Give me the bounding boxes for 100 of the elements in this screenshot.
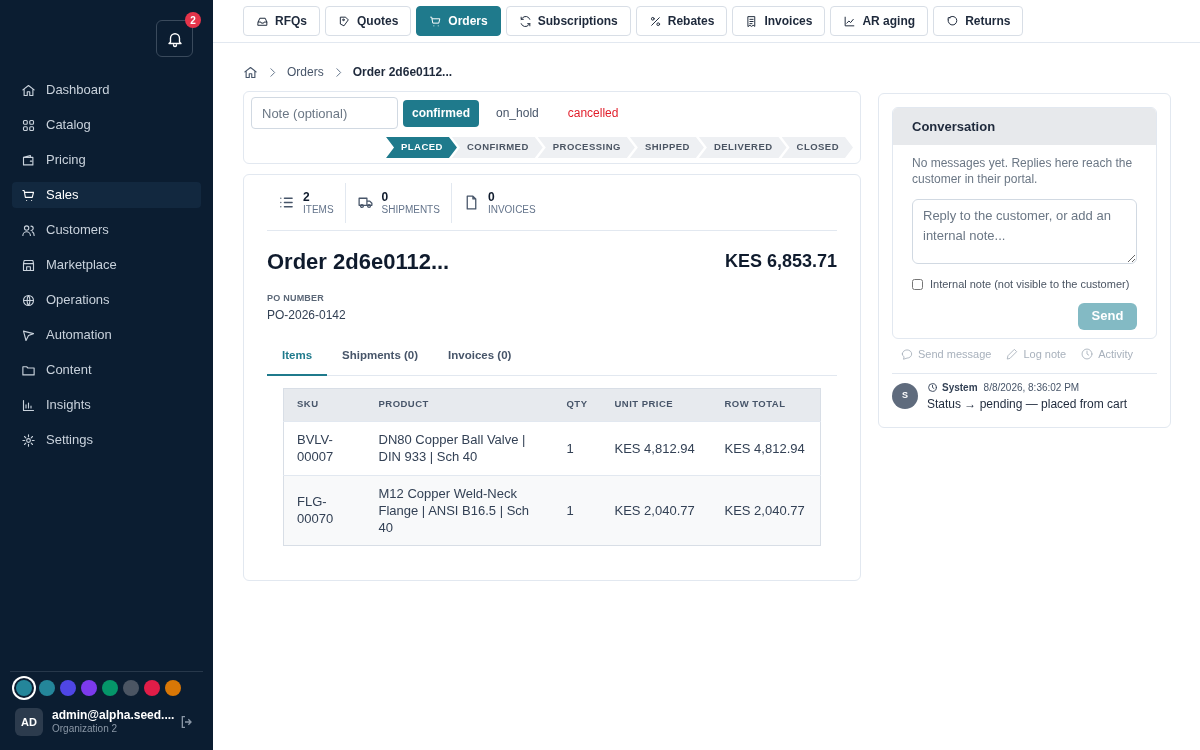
nav-tab[interactable]: Returns [933,6,1024,36]
activity-text: Status → pending — placed from cart [927,396,1128,413]
color-swatch[interactable] [123,680,139,696]
table-cell: KES 4,812.94 [614,440,695,456]
column-header: QTY [553,388,602,421]
pencil-icon [1005,346,1020,361]
status-step: CONFIRMED [451,137,543,158]
store-icon [21,257,36,273]
content-tab[interactable]: Items [267,337,328,376]
checkbox-label: Internal note (not visible to the customer) [930,277,1130,292]
status-button[interactable]: confirmed [403,99,479,127]
nav-tab[interactable]: AR aging [830,6,929,36]
nav-tab[interactable]: Subscriptions [505,6,631,36]
home-icon[interactable] [243,64,258,80]
cart-icon [429,14,443,28]
empty-message: No messages yet. Replies here reach the customer in their portal. [912,155,1134,187]
sidebar-item[interactable]: Sales [12,182,201,208]
stat-label: SHIPMENTS [381,204,440,215]
home-icon [21,82,36,98]
stat-value: 0 [487,190,496,203]
wallet-icon [21,152,36,168]
column-header: SKU [283,388,366,421]
table-cell: DN80 Copper Ball Valve | DIN 933 | Sch 40 [378,432,526,464]
nav-tab[interactable]: Quotes [325,6,412,36]
po-number: PO-2026-0142 [267,306,347,324]
user-email: admin@alpha.seed.... [52,708,175,724]
content-tab[interactable]: Invoices (0) [433,337,527,376]
user-avatar: AD [15,708,43,736]
stat-value: 2 [303,190,311,203]
clock-icon [1080,346,1095,361]
panel-title: Conversation [893,108,1156,145]
user-avatar: S [892,383,918,409]
table-cell-text: BVLV-00007 [297,431,335,465]
cart-icon [21,187,36,203]
content-tab[interactable]: Shipments (0) [327,337,434,376]
line-chart-icon [843,14,857,28]
table-cell: M12 Copper Weld-Neck Flange | ANSI B16.5 | Sch 40 [378,485,530,535]
nav-tab[interactable]: Invoices [732,6,826,36]
breadcrumb-link[interactable]: Orders [287,63,324,81]
color-swatch[interactable] [165,680,181,696]
nav-tab[interactable]: Orders [416,6,501,36]
status-button[interactable]: on_hold [484,99,551,127]
sidebar-item[interactable]: Insights [12,392,201,418]
sidebar-item[interactable]: Marketplace [12,252,201,278]
percent-icon [648,14,662,28]
activity-author: System [942,381,978,395]
status-button[interactable]: cancelled [555,99,631,127]
po-label: PO NUMBER [267,292,326,305]
sidebar-item[interactable]: Settings [12,427,201,453]
color-swatch[interactable] [39,680,55,696]
chat-bubble-icon [900,346,914,361]
status-step: CLOSED [781,137,853,158]
table-cell: KES 2,040.77 [614,502,695,518]
status-step: PLACED [386,137,457,158]
order-total: KES 6,853.71 [724,250,837,273]
activity-time: 8/8/2026, 8:36:02 PM [983,381,1080,395]
stat-value: 0 [381,190,390,203]
color-swatch[interactable] [102,680,118,696]
sidebar-item[interactable]: Pricing [12,147,201,173]
stat-label: ITEMS [303,204,334,215]
column-header: ROW TOTAL [711,388,821,421]
bar-chart-icon [21,397,36,413]
column-header: PRODUCT [365,388,554,421]
refresh-icon [518,14,532,28]
settings-icon [21,432,36,448]
nav-tab[interactable]: RFQs [243,6,320,36]
status-step: DELIVERED [698,137,787,158]
table-cell: 1 [566,502,574,518]
table-cell: 1 [566,440,574,456]
internal-note-checkbox[interactable] [912,278,923,290]
status-step: SHIPPED [629,137,704,158]
table-cell: KES 2,040.77 [724,502,805,518]
column-header: UNIT PRICE [601,388,712,421]
sidebar-item[interactable]: Automation [12,322,201,348]
grid-icon [21,117,36,133]
table-cell-text: FLG-00070 [297,493,335,527]
send-icon [21,327,36,343]
stat-label: INVOICES [487,204,536,215]
clock-icon [927,382,938,393]
color-swatch[interactable] [81,680,97,696]
nav-tab[interactable]: Rebates [635,6,728,36]
sidebar-item[interactable]: Operations [12,287,201,313]
table-cell: KES 4,812.94 [724,440,805,456]
reply-field[interactable]: Reply to the customer, or add an internal note... [912,199,1137,264]
sidebar-item[interactable]: Content [12,357,201,383]
globe-icon [21,292,36,308]
users-icon [21,222,36,238]
note-field[interactable]: Note (optional) [251,97,398,129]
color-swatch[interactable] [60,680,76,696]
tag-icon [338,14,351,28]
color-swatch[interactable] [144,680,160,696]
sidebar-item[interactable]: Dashboard [12,77,201,103]
sidebar-item[interactable]: Catalog [12,112,201,138]
order-title: Order 2d6e0112... [267,248,450,276]
breadcrumb-current: Order 2d6e0112... [352,64,453,81]
organization-name: Organization 2 [52,723,119,736]
sidebar-item[interactable]: Customers [12,217,201,243]
notification-badge: 2 [185,12,201,28]
status-step: PROCESSING [537,137,635,158]
color-swatch[interactable] [16,680,32,696]
